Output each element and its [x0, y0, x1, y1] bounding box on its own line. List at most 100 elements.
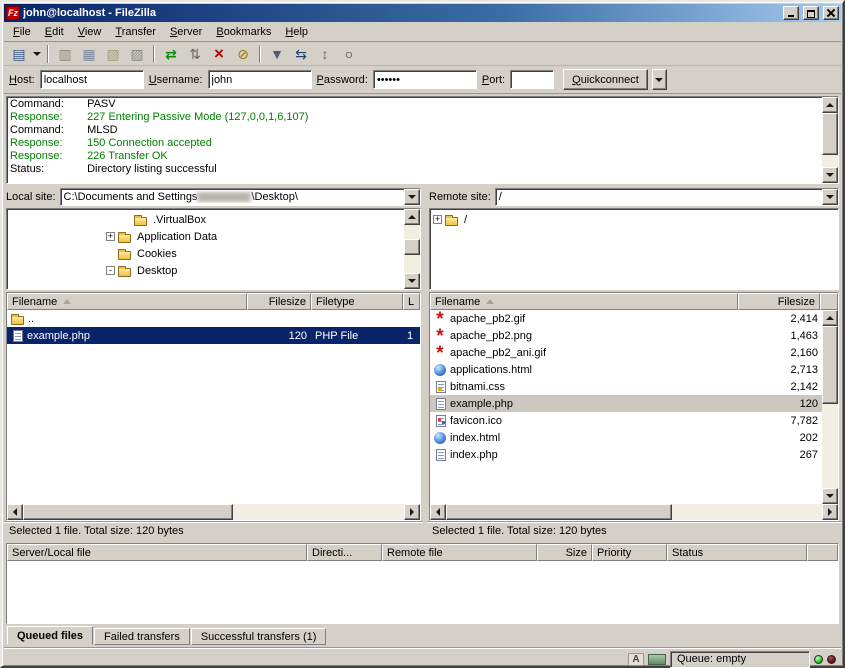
- tree-expander[interactable]: -: [106, 266, 115, 275]
- queue-column-header[interactable]: Priority: [592, 544, 667, 561]
- queue-column-header[interactable]: Directi...: [307, 544, 382, 561]
- file-row[interactable]: apache_pb2.png 1,463: [430, 327, 822, 344]
- file-row[interactable]: index.html 202: [430, 429, 822, 446]
- scroll-track[interactable]: [404, 225, 420, 273]
- scroll-track[interactable]: [23, 504, 404, 520]
- local-site-dropdown[interactable]: [404, 189, 420, 205]
- file-row[interactable]: apache_pb2.gif 2,414: [430, 310, 822, 327]
- local-site-combo[interactable]: C:\Documents and Settings\Desktop\: [60, 188, 421, 206]
- file-row[interactable]: index.php 267: [430, 446, 822, 463]
- scroll-right-button[interactable]: [822, 504, 838, 520]
- compare-icon[interactable]: ⇆: [289, 43, 313, 65]
- local-tree-scrollbar[interactable]: [404, 209, 420, 289]
- log-scrollbar[interactable]: [822, 97, 838, 183]
- column-header[interactable]: Filename: [430, 293, 738, 310]
- menu-item-transfer[interactable]: Transfer: [108, 23, 163, 41]
- refresh-icon[interactable]: ⇄: [159, 43, 183, 65]
- scroll-thumb[interactable]: [404, 239, 420, 255]
- chevron-down-icon: [826, 195, 834, 199]
- quickconnect-button[interactable]: Quickconnect: [563, 69, 648, 90]
- scroll-up-button[interactable]: [822, 310, 838, 326]
- password-input[interactable]: [373, 70, 477, 89]
- tree-item[interactable]: + Application Data: [7, 228, 404, 245]
- local-hscrollbar[interactable]: [7, 504, 420, 520]
- file-row[interactable]: example.php 120: [430, 395, 822, 412]
- scroll-up-button[interactable]: [404, 209, 420, 225]
- scroll-down-button[interactable]: [404, 273, 420, 289]
- tree-expander[interactable]: +: [106, 232, 115, 241]
- scroll-right-button[interactable]: [404, 504, 420, 520]
- scroll-track[interactable]: [822, 113, 838, 167]
- site-manager-dropdown[interactable]: [31, 43, 43, 65]
- cancel-icon[interactable]: ×: [207, 43, 231, 65]
- scroll-thumb[interactable]: [23, 504, 233, 520]
- menu-item-view[interactable]: View: [71, 23, 109, 41]
- username-input[interactable]: [208, 70, 312, 89]
- file-row[interactable]: favicon.ico 7,782: [430, 412, 822, 429]
- scroll-left-button[interactable]: [430, 504, 446, 520]
- scroll-track[interactable]: [822, 326, 838, 488]
- minimize-button[interactable]: [783, 6, 799, 20]
- menu-item-edit[interactable]: Edit: [38, 23, 71, 41]
- quickconnect-dropdown[interactable]: [652, 69, 667, 90]
- scroll-down-button[interactable]: [822, 488, 838, 504]
- remote-site-path: /: [496, 191, 822, 203]
- column-header[interactable]: Filename: [7, 293, 247, 310]
- file-name: apache_pb2.gif: [450, 313, 525, 325]
- host-input[interactable]: [40, 70, 144, 89]
- scroll-up-button[interactable]: [822, 97, 838, 113]
- column-header[interactable]: Filetype: [311, 293, 403, 310]
- file-row[interactable]: applications.html 2,713: [430, 361, 822, 378]
- queue-column-header[interactable]: Remote file: [382, 544, 537, 561]
- remote-site-dropdown[interactable]: [822, 189, 838, 205]
- column-header[interactable]: Filesize: [247, 293, 311, 310]
- file-row[interactable]: bitnami.css 2,142: [430, 378, 822, 395]
- queue-column-header[interactable]: Status: [667, 544, 807, 561]
- toggle-message-log-icon[interactable]: ▥: [53, 43, 77, 65]
- disconnect-icon[interactable]: ⊘: [231, 43, 255, 65]
- filter-icon[interactable]: ▼: [265, 43, 289, 65]
- remote-site-combo[interactable]: /: [495, 188, 839, 206]
- queue-column-header[interactable]: Size: [537, 544, 592, 561]
- remote-hscrollbar[interactable]: [430, 504, 838, 520]
- find-icon[interactable]: ○: [337, 43, 361, 65]
- file-row[interactable]: ..: [7, 310, 420, 327]
- toggle-remote-tree-icon[interactable]: ▧: [101, 43, 125, 65]
- queue-tab[interactable]: Queued files: [7, 626, 93, 645]
- file-icon: [436, 415, 446, 427]
- menu-item-file[interactable]: File: [6, 23, 38, 41]
- folder-icon: [118, 251, 131, 260]
- close-button[interactable]: [823, 6, 839, 20]
- menu-item-server[interactable]: Server: [163, 23, 209, 41]
- tree-expander[interactable]: +: [433, 215, 442, 224]
- toggle-queue-icon[interactable]: ▨: [125, 43, 149, 65]
- site-manager-icon[interactable]: ▤: [7, 43, 31, 65]
- column-header[interactable]: L: [403, 293, 420, 310]
- scroll-down-button[interactable]: [822, 167, 838, 183]
- toggle-local-tree-icon[interactable]: ▦: [77, 43, 101, 65]
- file-row[interactable]: example.php 120 PHP File 1: [7, 327, 420, 344]
- menu-item-bookmarks[interactable]: Bookmarks: [209, 23, 278, 41]
- scroll-left-button[interactable]: [7, 504, 23, 520]
- scroll-thumb[interactable]: [446, 504, 672, 520]
- tree-item[interactable]: - Desktop: [7, 262, 404, 279]
- tree-item[interactable]: .VirtualBox: [7, 211, 404, 228]
- queue-tab[interactable]: Successful transfers (1): [191, 628, 327, 645]
- sync-browse-icon[interactable]: ↕: [313, 43, 337, 65]
- maximize-button[interactable]: [803, 6, 819, 20]
- column-header[interactable]: Filesize: [738, 293, 820, 310]
- file-icon: [434, 347, 446, 359]
- scroll-track[interactable]: [446, 504, 822, 520]
- tree-item[interactable]: Cookies: [7, 245, 404, 262]
- file-row[interactable]: apache_pb2_ani.gif 2,160: [430, 344, 822, 361]
- scroll-thumb[interactable]: [822, 326, 838, 404]
- scroll-thumb[interactable]: [822, 113, 838, 155]
- remote-site-row: Remote site: /: [427, 187, 841, 207]
- remote-vscrollbar[interactable]: [822, 310, 838, 504]
- port-input[interactable]: [510, 70, 554, 89]
- tree-item[interactable]: + /: [430, 211, 838, 228]
- menu-item-help[interactable]: Help: [278, 23, 315, 41]
- process-queue-icon[interactable]: ⇅: [183, 43, 207, 65]
- queue-column-header[interactable]: Server/Local file: [7, 544, 307, 561]
- queue-tab[interactable]: Failed transfers: [94, 628, 190, 645]
